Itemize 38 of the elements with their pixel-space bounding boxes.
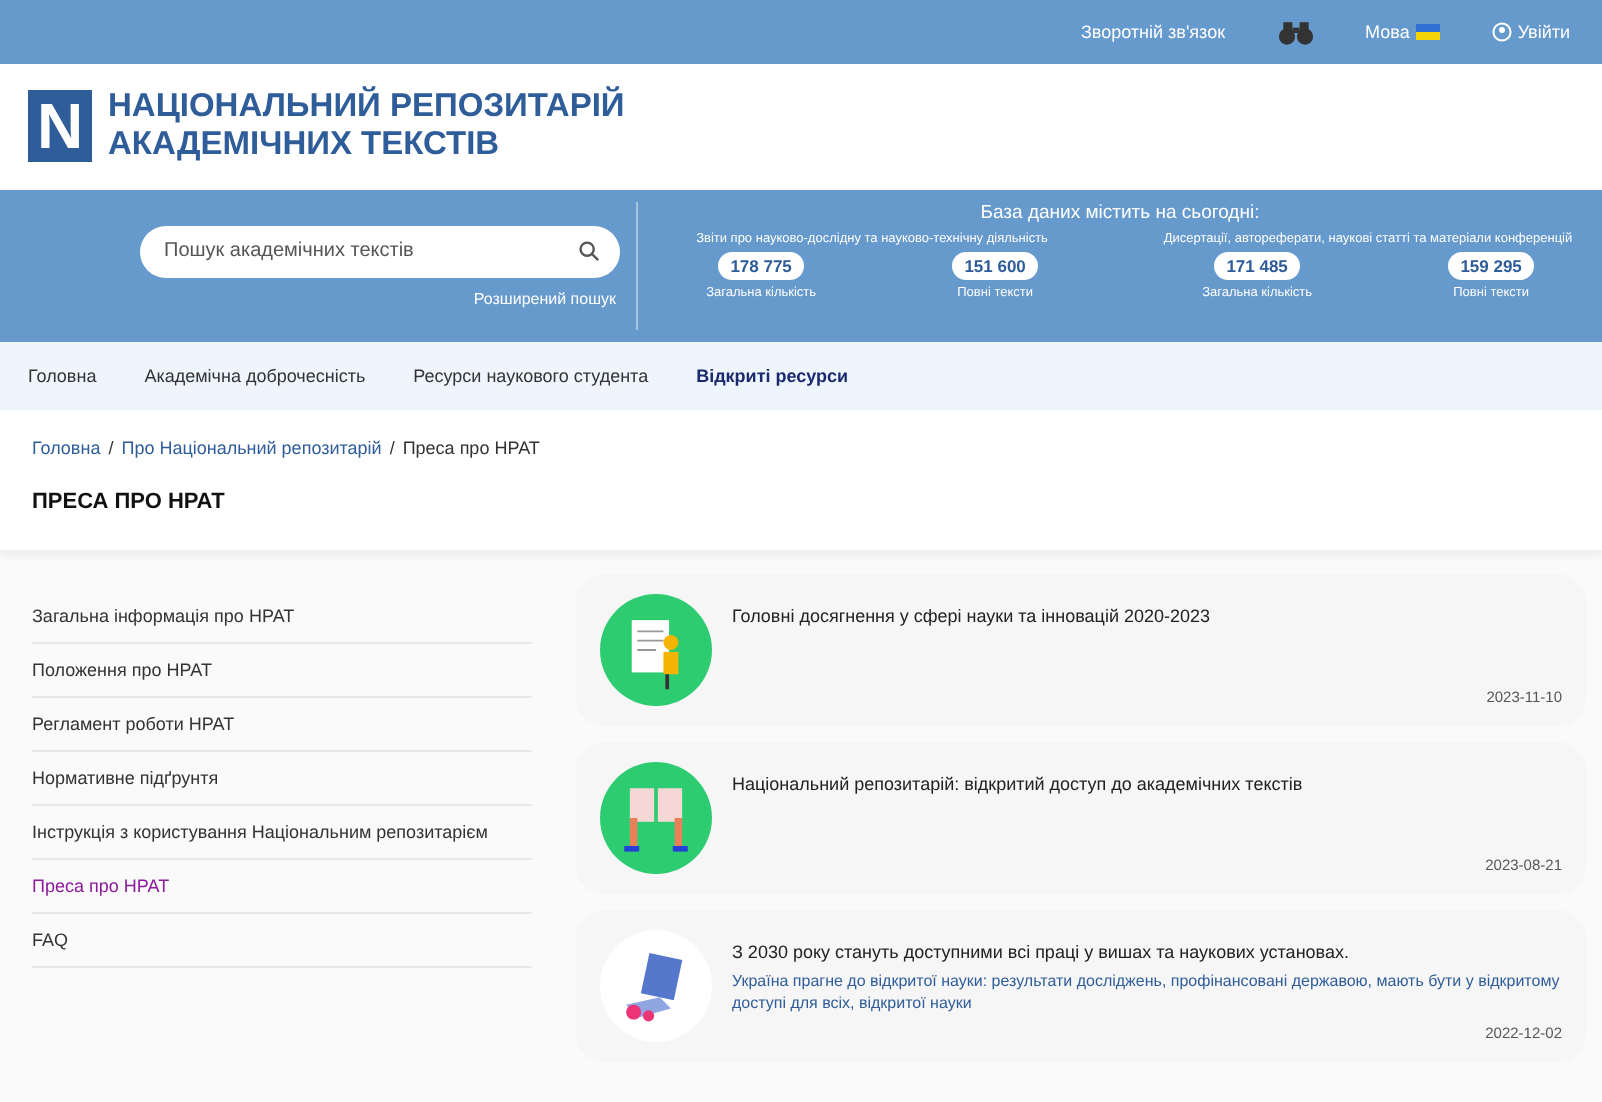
breadcrumb-link[interactable]: Головна <box>32 438 101 458</box>
article-summary: Україна прагне до відкритої науки: результати досліджень, профінансовані державою, мають бути у відкритому доступі для всіх, відкритої науки <box>732 970 1562 1014</box>
sidebar-link[interactable]: Положення про НРАТ <box>32 644 532 698</box>
sidebar-link[interactable]: Інструкція з користування Національним репозитарієм <box>32 806 532 860</box>
flag-icon <box>1415 24 1440 40</box>
binoculars-icon[interactable] <box>1277 19 1314 45</box>
search-field[interactable]: Пошук академічних текстів <box>140 225 620 277</box>
page-title: ПРЕСА ПРО НРАТ <box>32 490 227 514</box>
laptop-illustration-icon <box>600 930 712 1042</box>
count-badge: 151 600 <box>952 252 1038 280</box>
sidebar-link[interactable]: Загальна інформація про НРАТ <box>32 590 532 644</box>
article-card[interactable] <box>576 910 1586 1062</box>
user-icon <box>1491 22 1512 42</box>
search-icon[interactable] <box>578 240 600 262</box>
count-badge: 171 485 <box>1214 252 1300 280</box>
sidebar-link[interactable]: Преса про НРАТ <box>32 860 532 914</box>
breadcrumb-separator: / <box>389 438 395 458</box>
nav-link[interactable]: Відкриті ресурси <box>696 366 849 386</box>
sidebar-link[interactable]: Нормативне підґрунтя <box>32 752 532 806</box>
count-badge: 178 775 <box>718 252 804 280</box>
sidebar-link[interactable]: FAQ <box>32 914 532 968</box>
article-title[interactable]: Національний репозитарій: відкритий доступ до академічних текстів <box>732 774 1562 794</box>
open-book-illustration-icon <box>600 762 712 874</box>
article-title[interactable]: З 2030 року стануть доступними всі праці у вишах та наукових установах. <box>732 942 1562 962</box>
site-title: НАЦІОНАЛЬНИЙ РЕПОЗИТАРІЙ <box>108 88 625 126</box>
stats-title: База даних містить на сьогодні: <box>980 202 1260 224</box>
breadcrumb-link[interactable]: Преса про НРАТ <box>402 438 540 458</box>
nav-link[interactable]: Ресурси наукового студента <box>413 366 649 386</box>
nav-link[interactable]: Академічна доброчесність <box>144 366 366 386</box>
breadcrumb-link[interactable]: Про Національний репозитарій <box>121 438 382 458</box>
logo-icon[interactable]: N <box>28 90 92 162</box>
site-subtitle: АКАДЕМІЧНИХ ТЕКСТІВ <box>108 126 502 164</box>
document-illustration-icon <box>600 594 712 706</box>
nav-link[interactable]: Головна <box>28 366 97 386</box>
article-title[interactable]: Головні досягнення у сфері науки та інновацій 2020-2023 <box>732 606 1562 626</box>
sidebar-link[interactable]: Регламент роботи НРАТ <box>32 698 532 752</box>
count-badge: 159 295 <box>1448 252 1534 280</box>
breadcrumb-separator: / <box>108 438 114 458</box>
